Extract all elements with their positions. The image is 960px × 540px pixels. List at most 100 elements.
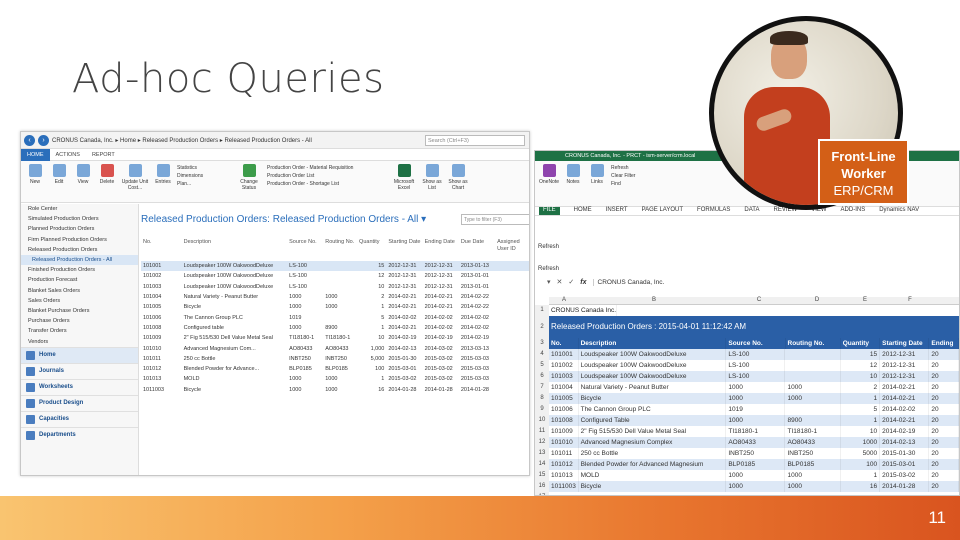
confirm-icon[interactable]: ✓ [568,278,574,286]
sidebar-item[interactable]: Firm Planned Production Orders [21,235,138,245]
row-number[interactable]: 7 [535,382,549,393]
excel-button[interactable]: Microsoft Excel [391,164,417,191]
sidebar-item[interactable]: Vendors [21,337,138,347]
menu-data[interactable]: DATA [744,207,759,215]
filter-input[interactable]: Type to filter (F3) [461,214,529,225]
fx-icon[interactable]: fx [580,279,586,286]
row-number[interactable]: 1 [535,305,549,316]
cancel-icon[interactable]: ✕ [557,278,563,286]
refresh-button[interactable]: Refresh [538,236,559,258]
plan-button[interactable]: Plan... [177,180,231,188]
sheet-row[interactable]: 101011 250 cc Bottle INBT250 INBT250 5000 201… [549,448,959,459]
table-row[interactable]: 101001 Loudspeaker 100W OakwoodDeluxe LS-1… [141,261,529,272]
sidebar-item[interactable]: Blanket Purchase Orders [21,306,138,316]
group-departments[interactable]: Departments [21,426,138,443]
new-button[interactable]: New [25,164,45,185]
row-number[interactable]: 12 [535,437,549,448]
clear-filter-button[interactable]: Clear Filter [611,172,661,180]
row-number[interactable]: 9 [535,404,549,415]
group-home[interactable]: Home [21,346,138,363]
sidebar-item[interactable]: Finished Production Orders [21,265,138,275]
sheet-row[interactable]: 101001 Loudspeaker 100W OakwoodDeluxe LS-1… [549,349,959,360]
tab-home[interactable]: HOME [21,148,50,161]
delete-button[interactable]: Delete [97,164,117,185]
menu-formulas[interactable]: FORMULAS [697,207,730,215]
column-letter[interactable]: F [885,297,935,304]
column-header[interactable]: Assigned User ID [495,239,529,261]
row-number[interactable]: 8 [535,393,549,404]
column-header[interactable]: Ending Date [423,239,459,261]
formula-input[interactable]: CRONUS Canada, Inc. [592,278,664,286]
row-number[interactable]: 6 [535,371,549,382]
row-number[interactable]: 3 [535,338,549,349]
row-number[interactable]: 2 [535,316,549,338]
column-header[interactable]: Due Date [459,239,495,261]
tab-report[interactable]: REPORT [86,152,121,158]
column-letter[interactable]: D [789,297,845,304]
sidebar-item[interactable]: Production Forecast [21,275,138,285]
chevron-down-icon[interactable]: ▾ [547,278,551,286]
show-chart-button[interactable]: Show as Chart [447,164,469,191]
table-row[interactable]: 101013 MOLD 1000 1000 1 2015-03-02 2015-03-02 2… [141,374,529,384]
sheet-header-cell[interactable]: No. [549,338,579,349]
column-letter[interactable]: C [729,297,789,304]
table-row[interactable]: 101002 Loudspeaker 100W OakwoodDeluxe LS-1… [141,271,529,281]
sheet-row[interactable]: 101009 2" Fig 515/530 Dell Value Metal Se… [549,426,959,437]
sheet-row[interactable]: 1011003 Bicycle 1000 1000 16 2014-01-28 20 [549,481,959,492]
sheet-header-cell[interactable]: Ending [929,338,959,349]
row-number[interactable]: 5 [535,360,549,371]
sheet-header-cell[interactable]: Routing No. [786,338,841,349]
menu-home[interactable]: HOME [574,207,592,215]
row-number[interactable]: 11 [535,426,549,437]
sheet-row[interactable]: 101010 Advanced Magnesium Complex AO80433 A… [549,437,959,448]
group-capacities[interactable]: Capacities [21,410,138,427]
column-header[interactable]: Quantity [357,239,386,261]
sheet-row[interactable]: 101012 Blended Powder for Advanced Magnes… [549,459,959,470]
menu-insert[interactable]: INSERT [606,207,628,215]
column-letter[interactable]: E [845,297,885,304]
excel-ribbon-button[interactable]: OneNote [539,164,559,203]
cell-a2[interactable]: Released Production Orders : 2015-04-01 … [549,316,959,338]
show-list-button[interactable]: Show as List [421,164,443,191]
sidebar-item[interactable]: Blanket Sales Orders [21,286,138,296]
column-letter[interactable]: B [579,297,729,304]
table-row[interactable]: 101009 2" Fig 515/530 Dell Value Metal Se… [141,333,529,343]
sheet-header-cell[interactable]: Starting Date [880,338,930,349]
menu-page-layout[interactable]: PAGE LAYOUT [642,207,683,215]
sheet-header-cell[interactable]: Quantity [841,338,881,349]
edit-button[interactable]: Edit [49,164,69,185]
table-row[interactable]: 101003 Loudspeaker 100W OakwoodDeluxe LS-1… [141,282,529,292]
row-number[interactable]: 13 [535,448,549,459]
table-row[interactable]: 101010 Advanced Magnesium Com... AO80433 AO… [141,343,529,353]
menu-file[interactable]: FILE [539,207,560,215]
cell-a1[interactable]: CRONUS Canada Inc. [549,305,959,316]
sidebar-item[interactable]: Role Center [21,204,138,214]
view-button[interactable]: View [73,164,93,185]
excel-ribbon-button[interactable]: Links [587,164,607,203]
table-row[interactable]: 101006 The Cannon Group PLC 1019 5 2014-02-0… [141,312,529,322]
group-journals[interactable]: Journals [21,362,138,379]
column-letter[interactable]: A [549,297,579,304]
menu-add-ins[interactable]: ADD-INS [841,207,866,215]
table-row[interactable]: 101011 250 cc Bottle INBT250 INBT250 5,000 20… [141,354,529,364]
column-header[interactable]: Source No. [287,239,323,261]
menu-dynamics-nav[interactable]: Dynamics NAV [879,207,919,215]
column-header[interactable]: No. [141,239,182,261]
row-number[interactable]: 15 [535,470,549,481]
sidebar-item[interactable]: Simulated Production Orders [21,214,138,224]
sidebar-item[interactable]: Sales Orders [21,296,138,306]
sidebar-item-selected[interactable]: Released Production Orders - All [21,255,138,266]
row-number[interactable]: 4 [535,349,549,360]
excel-ribbon-button[interactable]: Notes [563,164,583,203]
sidebar-item[interactable]: Transfer Orders [21,326,138,336]
search-input[interactable]: Search (Ctrl+F3) [425,134,525,146]
sheet-row[interactable]: 101004 Natural Variety - Peanut Butter 100… [549,382,959,393]
dimensions-button[interactable]: Dimensions [177,172,231,180]
breadcrumb[interactable]: CRONUS Canada, Inc. ▸ Home ▸ Released Pr… [52,137,312,144]
group-worksheets[interactable]: Worksheets [21,378,138,395]
material-requisition-report[interactable]: Production Order - Material Requisition [267,164,387,172]
sheet-row[interactable]: 101008 Configured Table 1000 8900 1 2014-02-2… [549,415,959,426]
change-status-button[interactable]: Change Status [235,164,263,191]
sheet-row[interactable]: 101013 MOLD 1000 1000 1 2015-03-02 20 [549,470,959,481]
statistics-button[interactable]: Statistics [177,164,231,172]
